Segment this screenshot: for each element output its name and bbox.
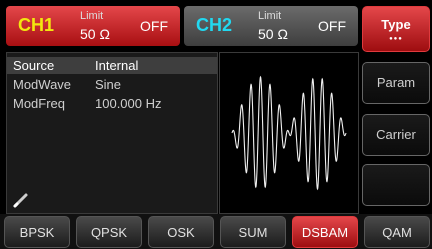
- mod-button-label: QPSK: [90, 225, 128, 240]
- mod-button-qpsk[interactable]: QPSK: [76, 216, 142, 248]
- channel-2-impedance: 50 Ω: [258, 26, 288, 42]
- mod-button-qam[interactable]: QAM: [364, 216, 430, 248]
- channel-1-label: CH1: [18, 15, 55, 35]
- channel-1-status[interactable]: CH1 Limit 50 Ω OFF: [6, 6, 180, 46]
- param-value: Internal: [95, 58, 139, 73]
- param-label: ModFreq: [13, 96, 66, 111]
- param-softkey-label: Param: [376, 75, 416, 90]
- mod-button-label: DSBAM: [301, 225, 349, 240]
- dsbam-waveform-graphic: [231, 75, 347, 191]
- param-row-modfreq[interactable]: ModFreq 100.000 Hz: [7, 95, 217, 112]
- page-indicator-dots: ●●●: [389, 36, 403, 42]
- modulation-parameters-panel: Source Internal ModWave Sine ModFreq 100…: [6, 52, 218, 214]
- param-softkey[interactable]: Param: [362, 62, 430, 104]
- generator-screen: CH1 Limit 50 Ω OFF CH2 Limit 50 Ω OFF So…: [0, 0, 432, 249]
- channel-2-label: CH2: [196, 15, 233, 35]
- channel-2-output-state: OFF: [318, 18, 346, 34]
- param-label: ModWave: [13, 77, 72, 92]
- waveform-preview: [219, 52, 359, 214]
- mod-button-dsbam[interactable]: DSBAM: [292, 216, 358, 248]
- mod-button-label: BPSK: [19, 225, 55, 240]
- param-label: Source: [13, 58, 55, 73]
- mod-button-bpsk[interactable]: BPSK: [4, 216, 70, 248]
- param-value: 100.000 Hz: [95, 96, 162, 111]
- type-softkey-label: Type: [381, 17, 411, 32]
- channel-2-status[interactable]: CH2 Limit 50 Ω OFF: [184, 6, 358, 46]
- pencil-icon: [13, 193, 28, 208]
- channel-2-limit-label: Limit: [258, 10, 282, 22]
- carrier-softkey-label: Carrier: [376, 127, 416, 142]
- waveform-trace: [231, 75, 347, 191]
- channel-1-impedance: 50 Ω: [80, 26, 110, 42]
- param-row-modwave[interactable]: ModWave Sine: [7, 76, 217, 93]
- channel-1-output-state: OFF: [140, 18, 168, 34]
- mod-button-label: SUM: [238, 225, 268, 240]
- type-softkey[interactable]: Type ●●●: [362, 6, 430, 52]
- mod-button-label: QAM: [382, 225, 412, 240]
- channel-1-limit-label: Limit: [80, 10, 104, 22]
- carrier-softkey[interactable]: Carrier: [362, 114, 430, 156]
- param-row-source[interactable]: Source Internal: [7, 57, 217, 74]
- mod-button-osk[interactable]: OSK: [148, 216, 214, 248]
- mod-button-sum[interactable]: SUM: [220, 216, 286, 248]
- modulation-type-bar: BPSK QPSK OSK SUM DSBAM QAM: [0, 214, 432, 249]
- mod-button-label: OSK: [167, 225, 195, 240]
- param-value: Sine: [95, 77, 122, 92]
- blank-softkey[interactable]: [362, 164, 430, 206]
